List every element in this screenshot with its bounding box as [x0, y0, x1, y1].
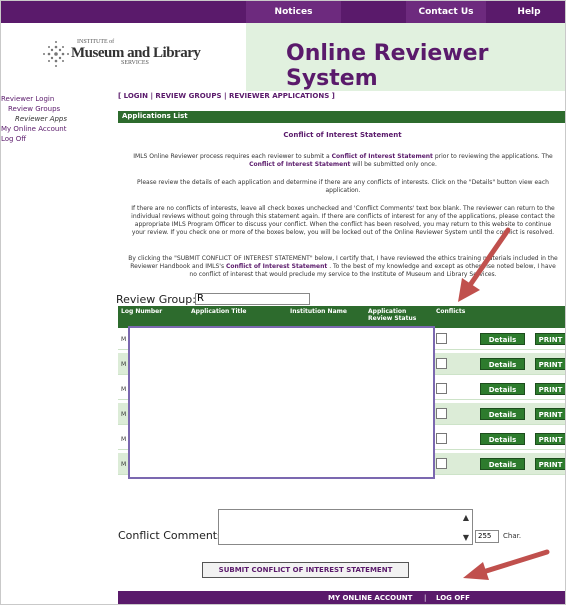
log-number: M — [121, 411, 127, 418]
review-group-label: Review Group: — [116, 293, 196, 306]
sidebar-item-my-online-account[interactable]: My Online Account — [1, 124, 111, 134]
char-count-field: 255 — [475, 530, 499, 543]
nav-help[interactable]: Help — [491, 1, 565, 23]
conflict-checkbox[interactable] — [436, 333, 447, 344]
logo-dots-icon — [43, 41, 69, 67]
sidebar-item-reviewer-apps[interactable]: Reviewer Apps — [1, 114, 111, 124]
col-log-number: Log Number — [121, 308, 163, 315]
imls-logo[interactable]: INSTITUTE of Museum and Library SERVICES — [1, 23, 246, 91]
annotation-arrow-icon — [458, 227, 511, 302]
conflict-comments-label: Conflict Comments: — [118, 529, 227, 542]
sidebar-item-review-groups[interactable]: Review Groups — [1, 104, 111, 114]
log-number: M — [121, 436, 127, 443]
coi-title: Conflict of Interest Statement — [283, 131, 402, 139]
sidebar-item-reviewer-login[interactable]: Reviewer Login — [1, 94, 111, 104]
details-button[interactable]: Details — [480, 333, 525, 345]
review-details-paragraph: Please review the details of each applic… — [137, 179, 549, 194]
nav-notices[interactable]: Notices — [246, 1, 341, 23]
conflict-comments-textarea[interactable]: ▲ ▼ — [218, 509, 473, 545]
site-title: Online Reviewer System — [286, 41, 489, 91]
details-button[interactable]: Details — [480, 383, 525, 395]
annotation-arrow-icon — [463, 549, 550, 580]
site-title-box: Online Reviewer System — [246, 23, 565, 91]
review-group-value: R — [197, 293, 204, 304]
conflict-checkbox[interactable] — [436, 408, 447, 419]
char-label: Char. — [503, 532, 522, 540]
redaction-mask — [128, 326, 435, 479]
col-review-status: Application Review Status — [368, 308, 417, 322]
applications-table-header: Log Number Application Title Institution… — [118, 306, 565, 328]
details-button[interactable]: Details — [480, 358, 525, 370]
footer-my-online-account[interactable]: MY ONLINE ACCOUNT — [328, 594, 412, 602]
col-application-title: Application Title — [191, 308, 247, 315]
col-institution-name: Institution Name — [290, 308, 347, 315]
coi-link-2[interactable]: Conflict of Interest Statement — [249, 161, 350, 168]
print-button[interactable]: PRINT — [535, 433, 565, 445]
applications-list-bar: Applications List — [118, 111, 565, 123]
log-number: M — [121, 386, 127, 393]
print-button[interactable]: PRINT — [535, 458, 565, 470]
print-button[interactable]: PRINT — [535, 408, 565, 420]
intro-paragraph: IMLS Online Reviewer process requires ea… — [128, 153, 558, 169]
scroll-up-icon[interactable]: ▲ — [463, 513, 469, 522]
logo-text: INSTITUTE of Museum and Library SERVICES — [71, 39, 201, 66]
applications-list-label: Applications List — [122, 112, 188, 120]
footer-bar: MY ONLINE ACCOUNT | LOG OFF — [118, 591, 565, 604]
conflict-checkbox[interactable] — [436, 458, 447, 469]
para1-text: IMLS Online Reviewer process requires ea… — [133, 153, 330, 160]
scroll-down-icon[interactable]: ▼ — [463, 533, 469, 542]
review-group-field[interactable]: R — [195, 293, 310, 305]
submit-coi-button[interactable]: SUBMIT CONFLICT OF INTEREST STATEMENT — [202, 562, 409, 578]
nav-contact-us[interactable]: Contact Us — [406, 1, 486, 23]
conflict-checkbox[interactable] — [436, 433, 447, 444]
conflict-checkbox[interactable] — [436, 358, 447, 369]
site-banner: INSTITUTE of Museum and Library SERVICES… — [1, 23, 565, 91]
print-button[interactable]: PRINT — [535, 383, 565, 395]
coi-link-1[interactable]: Conflict of Interest Statement — [332, 153, 433, 160]
conflict-checkbox[interactable] — [436, 383, 447, 394]
para1-text-mid: prior to reviewing the applications. The — [434, 153, 553, 160]
log-number: M — [121, 336, 127, 343]
sidebar: Reviewer Login Review Groups Reviewer Ap… — [1, 94, 111, 144]
sidebar-item-log-off[interactable]: Log Off — [1, 134, 111, 144]
log-number: M — [121, 361, 127, 368]
footer-log-off[interactable]: LOG OFF — [436, 594, 470, 602]
details-button[interactable]: Details — [480, 458, 525, 470]
print-button[interactable]: PRINT — [535, 333, 565, 345]
coi-link-3[interactable]: Conflict of Interest Statement — [226, 263, 327, 270]
details-button[interactable]: Details — [480, 408, 525, 420]
log-number: M — [121, 461, 127, 468]
print-button[interactable]: PRINT — [535, 358, 565, 370]
breadcrumb[interactable]: [ LOGIN | REVIEW GROUPS | REVIEWER APPLI… — [118, 92, 335, 100]
details-button[interactable]: Details — [480, 433, 525, 445]
browser-frame: Notices Contact Us Help INSTITUTE of Mus… — [0, 0, 566, 605]
para1-text-post: will be submitted only once. — [352, 161, 437, 168]
top-navigation: Notices Contact Us Help — [1, 1, 565, 23]
col-conflicts: Conflicts — [436, 308, 466, 315]
footer-separator: | — [424, 594, 427, 602]
